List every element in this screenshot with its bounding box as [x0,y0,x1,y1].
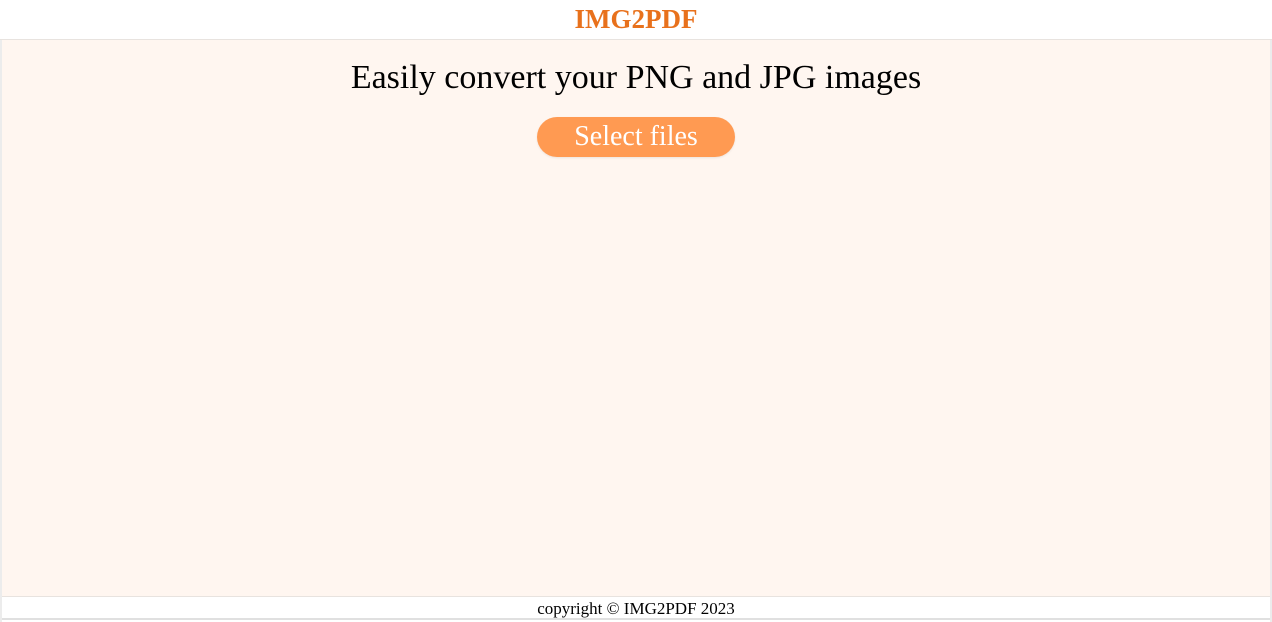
page-headline: Easily convert your PNG and JPG images [350,59,922,96]
brand-logo-text[interactable]: IMG2PDF [575,6,698,33]
page: IMG2PDF Easily convert your PNG and JPG … [0,0,1272,622]
converter-panel: Easily convert your PNG and JPG images S… [2,40,1270,596]
select-files-button[interactable]: Select files [537,117,735,157]
site-header: IMG2PDF [0,0,1272,40]
site-footer: copyright © IMG2PDF 2023 [2,596,1270,620]
copyright-text: copyright © IMG2PDF 2023 [537,599,735,618]
